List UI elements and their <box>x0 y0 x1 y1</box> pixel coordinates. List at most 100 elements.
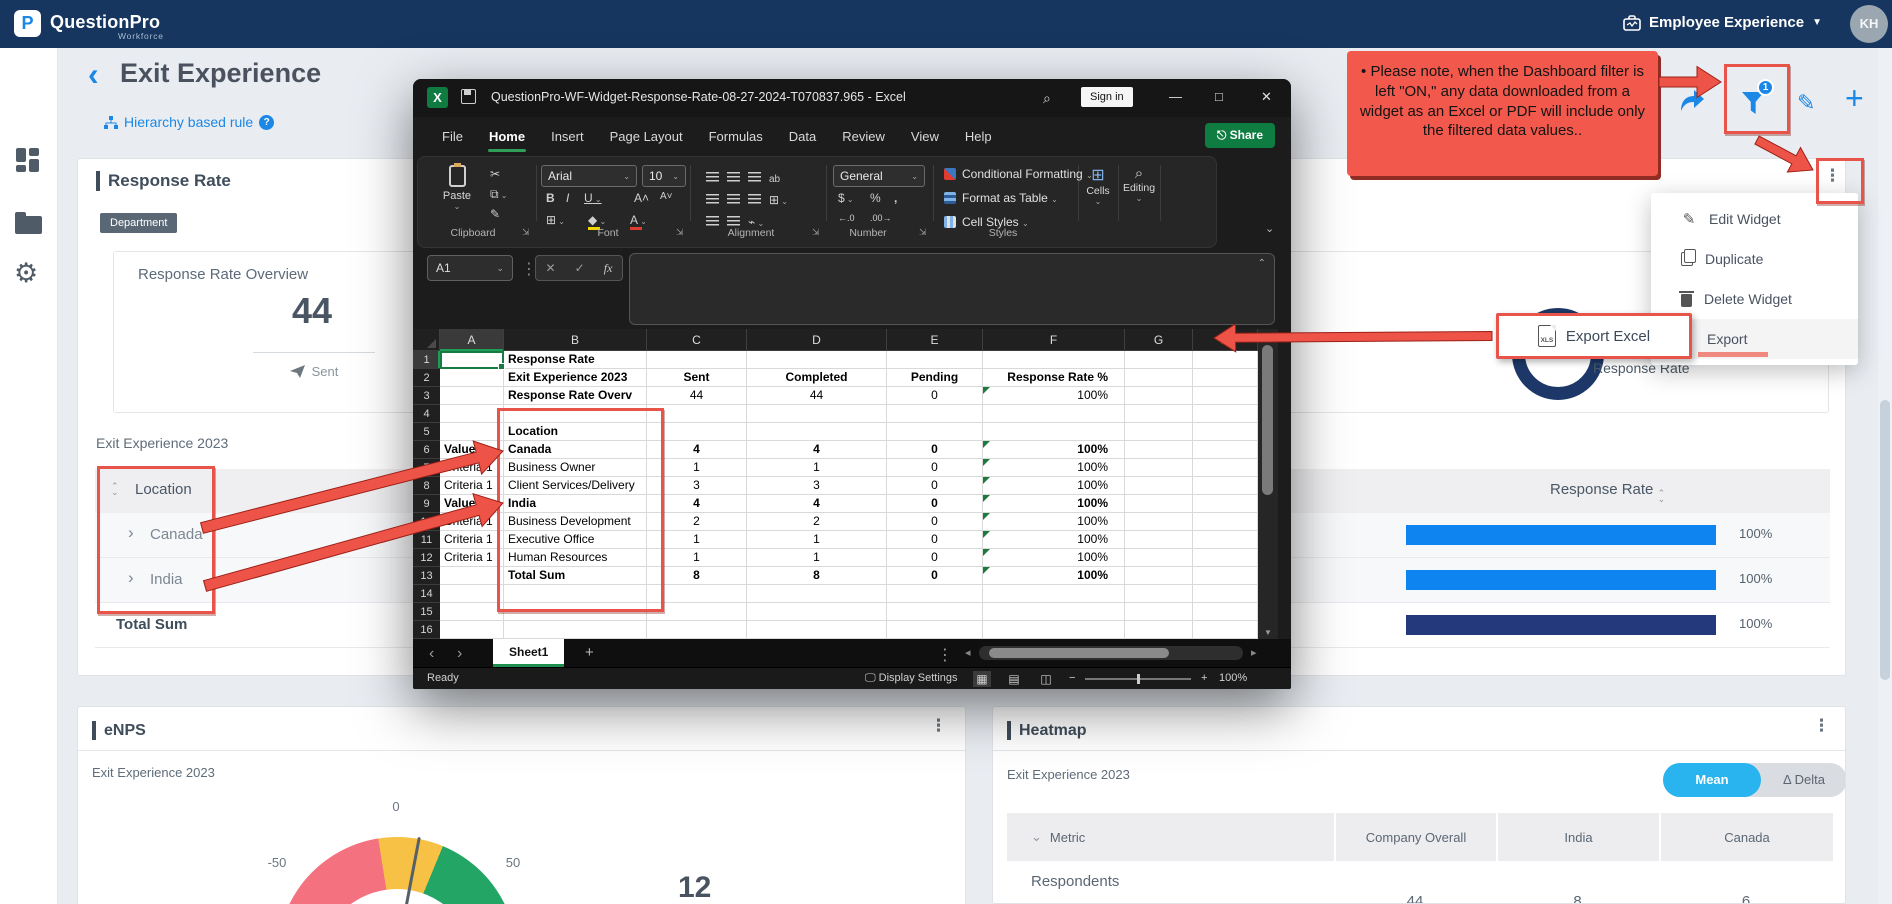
excel-cell-D10[interactable]: 2 <box>747 513 887 531</box>
excel-cell-F1[interactable] <box>983 351 1125 369</box>
excel-horizontal-scrollbar[interactable] <box>979 646 1243 660</box>
copy-icon[interactable]: ⧉ ⌄ <box>490 187 508 202</box>
excel-cell-G11[interactable] <box>1125 531 1193 549</box>
excel-cell-F3[interactable]: 100% <box>983 387 1125 405</box>
heatmap-column-india[interactable]: India <box>1496 813 1659 861</box>
excel-cell-G3[interactable] <box>1125 387 1193 405</box>
font-dialog-launcher[interactable]: ⇲ <box>676 227 684 238</box>
excel-tab-file[interactable]: File <box>429 117 476 156</box>
row-header-4[interactable]: 4 <box>413 405 440 423</box>
excel-cell-E2[interactable]: Pending <box>887 369 983 387</box>
excel-cell-D8[interactable]: 3 <box>747 477 887 495</box>
excel-cell-E3[interactable]: 0 <box>887 387 983 405</box>
excel-tab-help[interactable]: Help <box>952 117 1005 156</box>
sort-icon[interactable]: ⌃⌄ <box>1658 490 1666 502</box>
edit-dashboard-button[interactable]: ✎ <box>1797 90 1815 116</box>
excel-cell-D1[interactable] <box>747 351 887 369</box>
minimize-button[interactable]: — <box>1169 89 1182 104</box>
excel-cell-C16[interactable] <box>647 621 747 639</box>
italic-icon[interactable]: I <box>566 191 569 205</box>
excel-tab-page-layout[interactable]: Page Layout <box>597 117 696 156</box>
excel-tab-formulas[interactable]: Formulas <box>696 117 776 156</box>
excel-cell-G14[interactable] <box>1125 585 1193 603</box>
excel-cell-F5[interactable] <box>983 423 1125 441</box>
wrap-text-icon[interactable]: ab <box>769 174 780 185</box>
excel-cell-F14[interactable] <box>983 585 1125 603</box>
sidebar-item-dashboards[interactable] <box>16 148 40 172</box>
excel-cell-E5[interactable] <box>887 423 983 441</box>
hierarchy-rule-link[interactable]: Hierarchy based rule ? <box>104 114 274 130</box>
add-widget-button[interactable]: + <box>1845 82 1864 114</box>
excel-cell-A8[interactable]: Criteria 1 <box>440 477 504 495</box>
excel-cell-D5[interactable] <box>747 423 887 441</box>
display-settings-button[interactable]: 🖵 Display Settings <box>865 672 958 685</box>
excel-cell-H15[interactable] <box>1193 603 1258 621</box>
excel-cell-H9[interactable] <box>1193 495 1258 513</box>
cells-button[interactable]: ⊞Cells⌄ <box>1078 165 1118 206</box>
excel-cell-H11[interactable] <box>1193 531 1258 549</box>
excel-title-bar[interactable]: X QuestionPro-WF-Widget-Response-Rate-08… <box>413 79 1291 117</box>
cancel-icon[interactable]: ✕ <box>546 261 556 275</box>
excel-cell-E6[interactable]: 0 <box>887 441 983 459</box>
row-header-15[interactable]: 15 <box>413 603 440 621</box>
excel-cell-G12[interactable] <box>1125 549 1193 567</box>
column-header-E[interactable]: E <box>887 329 983 351</box>
excel-cell-B3[interactable]: Response Rate Overv <box>504 387 647 405</box>
excel-cell-F8[interactable]: 100% <box>983 477 1125 495</box>
excel-cell-C2[interactable]: Sent <box>647 369 747 387</box>
sidebar-item-folders[interactable] <box>15 216 42 234</box>
maximize-button[interactable]: □ <box>1215 89 1223 104</box>
align-middle-icons[interactable]: ⊞ ⌄ <box>706 191 788 209</box>
excel-cell-E4[interactable] <box>887 405 983 423</box>
excel-cell-D3[interactable]: 44 <box>747 387 887 405</box>
excel-cell-F7[interactable]: 100% <box>983 459 1125 477</box>
heatmap-column-canada[interactable]: Canada <box>1659 813 1833 861</box>
excel-cell-G15[interactable] <box>1125 603 1193 621</box>
align-top-icons[interactable]: ab <box>706 169 780 187</box>
excel-cell-G5[interactable] <box>1125 423 1193 441</box>
excel-cell-D7[interactable]: 1 <box>747 459 887 477</box>
column-header-H[interactable]: H <box>1193 329 1258 351</box>
department-tag[interactable]: Department <box>100 213 177 233</box>
excel-cell-H1[interactable] <box>1193 351 1258 369</box>
row-header-7[interactable]: 7 <box>413 459 440 477</box>
normal-view-icon[interactable]: ▦ <box>973 671 991 687</box>
format-painter-icon[interactable]: ✎ <box>490 207 500 221</box>
row-header-16[interactable]: 16 <box>413 621 440 639</box>
prev-sheet-icon[interactable]: ‹ <box>429 645 434 663</box>
excel-cell-D15[interactable] <box>747 603 887 621</box>
menu-item-edit-widget[interactable]: ✎Edit Widget <box>1651 199 1858 239</box>
decrease-decimal-icon[interactable]: .00→ <box>870 213 892 223</box>
excel-cell-G2[interactable] <box>1125 369 1193 387</box>
sidebar-item-settings[interactable]: ⚙ <box>14 260 38 287</box>
row-header-10[interactable]: 10 <box>413 513 440 531</box>
borders-icon[interactable]: ⊞ ⌄ <box>546 213 565 227</box>
scroll-right-icon[interactable]: ▸ <box>1251 646 1257 659</box>
page-scrollbar-thumb[interactable] <box>1880 400 1890 680</box>
excel-cell-B1[interactable]: Response Rate <box>504 351 647 369</box>
alignment-dialog-launcher[interactable]: ⇲ <box>812 227 820 238</box>
excel-cell-D6[interactable]: 4 <box>747 441 887 459</box>
scroll-left-icon[interactable]: ◂ <box>965 646 971 659</box>
excel-cell-H3[interactable] <box>1193 387 1258 405</box>
number-dialog-launcher[interactable]: ⇲ <box>919 227 927 238</box>
excel-cell-A15[interactable] <box>440 603 504 621</box>
excel-cell-F4[interactable] <box>983 405 1125 423</box>
excel-vertical-scrollbar[interactable]: ▲▼ <box>1258 329 1278 639</box>
close-button[interactable]: ✕ <box>1261 89 1272 105</box>
name-box[interactable]: A1⌄ <box>427 255 513 281</box>
excel-tab-home[interactable]: Home <box>476 117 538 156</box>
paste-button[interactable]: Paste⌄ <box>434 165 480 211</box>
excel-cell-H4[interactable] <box>1193 405 1258 423</box>
back-button[interactable]: ‹ <box>88 58 99 90</box>
row-header-8[interactable]: 8 <box>413 477 440 495</box>
zoom-out-icon[interactable]: − <box>1069 672 1075 684</box>
help-icon[interactable]: ? <box>259 115 274 130</box>
excel-cell-D14[interactable] <box>747 585 887 603</box>
export-excel-button[interactable]: XLS Export Excel <box>1496 313 1692 359</box>
column-header-A[interactable]: A <box>440 329 504 351</box>
excel-cell-D12[interactable]: 1 <box>747 549 887 567</box>
excel-cell-E16[interactable] <box>887 621 983 639</box>
excel-cell-B16[interactable] <box>504 621 647 639</box>
heatmap-column-company-overall[interactable]: Company Overall <box>1334 813 1496 861</box>
